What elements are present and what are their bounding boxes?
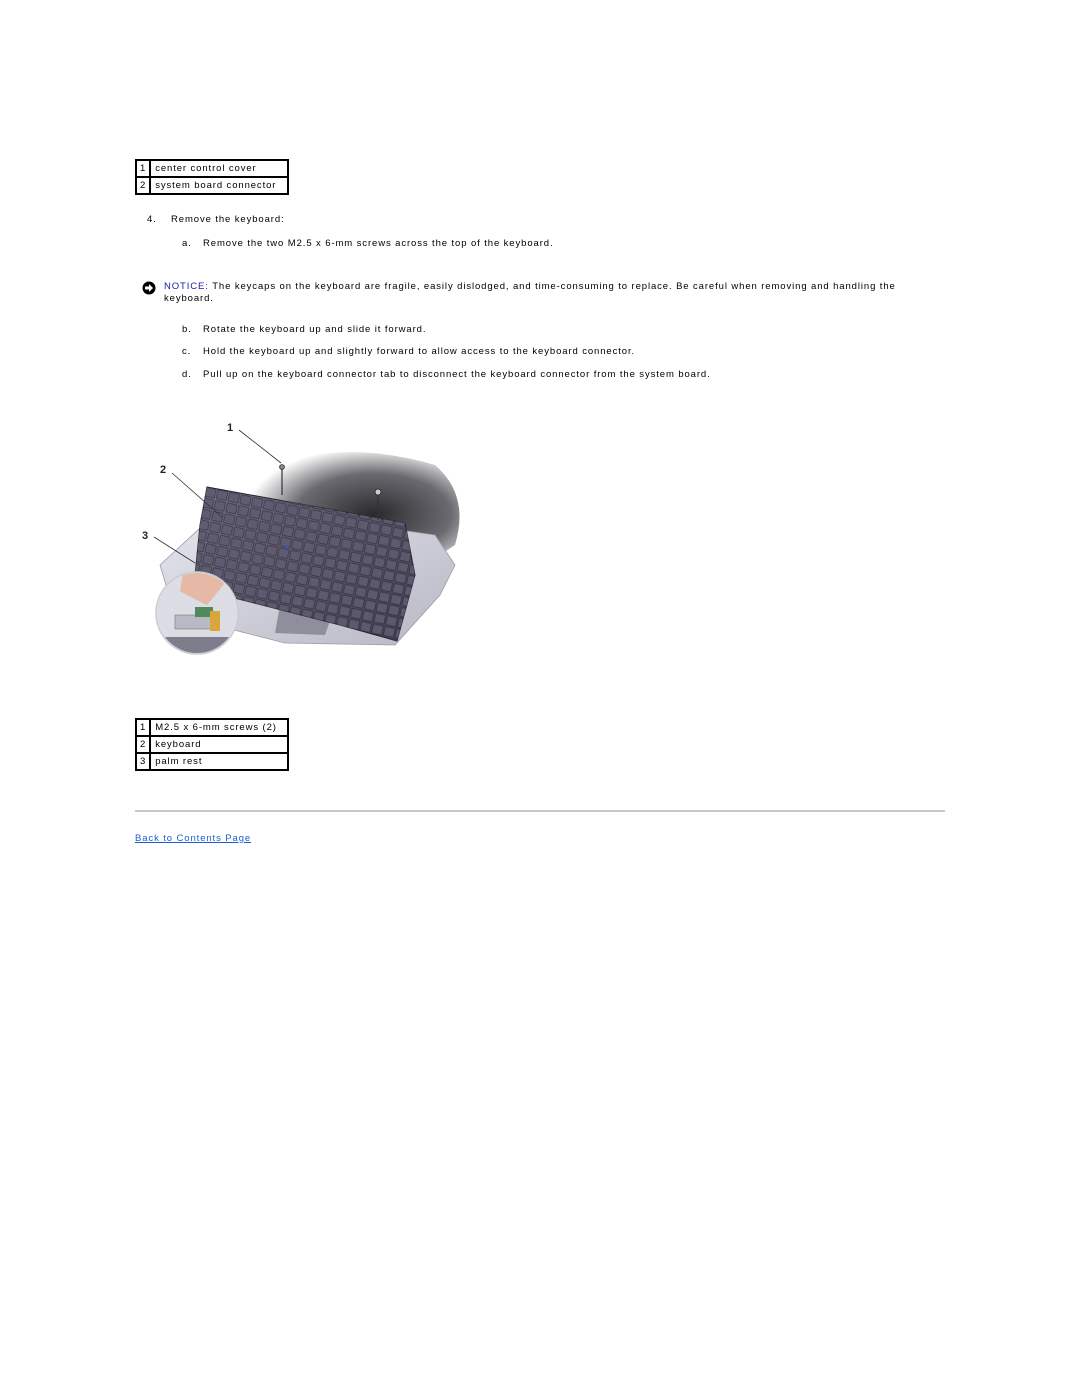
step-text: Remove the keyboard: bbox=[171, 214, 285, 225]
notice-body: The keycaps on the keyboard are fragile,… bbox=[164, 281, 896, 304]
horizontal-rule bbox=[135, 810, 945, 812]
substep-a: a. Remove the two M2.5 x 6-mm screws acro… bbox=[182, 238, 553, 249]
notice-text: NOTICE: The keycaps on the keyboard are … bbox=[164, 281, 922, 305]
substep-text: Remove the two M2.5 x 6-mm screws across… bbox=[203, 238, 554, 249]
legend-number: 3 bbox=[134, 752, 152, 771]
substep-marker: b. bbox=[182, 324, 192, 335]
substep-b: b. Rotate the keyboard up and slide it fo… bbox=[182, 324, 426, 335]
legend-row: 2 keyboard bbox=[134, 735, 290, 754]
legend-label: M2.5 x 6-mm screws (2) bbox=[149, 718, 290, 737]
substep-text: Hold the keyboard up and slightly forwar… bbox=[203, 346, 636, 357]
notice-box: NOTICE: The keycaps on the keyboard are … bbox=[142, 281, 922, 305]
legend-row: 1 center control cover bbox=[134, 159, 290, 178]
legend-label: keyboard bbox=[149, 735, 290, 754]
legend-label: system board connector bbox=[149, 176, 290, 195]
step-4: 4. Remove the keyboard: bbox=[147, 214, 285, 225]
substep-d: d. Pull up on the keyboard connector tab … bbox=[182, 369, 711, 380]
legend-number: 2 bbox=[134, 176, 152, 195]
back-to-contents-link[interactable]: Back to Contents Page bbox=[135, 833, 251, 844]
legend-table-bottom: 1 M2.5 x 6-mm screws (2) 2 keyboard 3 pa… bbox=[134, 718, 290, 771]
callout-2: 2 bbox=[160, 464, 167, 476]
legend-table-top: 1 center control cover 2 system board co… bbox=[134, 159, 290, 195]
notice-arrow-icon bbox=[142, 281, 156, 295]
substep-marker: d. bbox=[182, 369, 192, 380]
legend-number: 1 bbox=[134, 718, 152, 737]
legend-label: center control cover bbox=[149, 159, 290, 178]
substep-c: c. Hold the keyboard up and slightly forw… bbox=[182, 346, 635, 357]
substep-marker: c. bbox=[182, 346, 192, 357]
legend-row: 1 M2.5 x 6-mm screws (2) bbox=[134, 718, 290, 737]
legend-row: 3 palm rest bbox=[134, 752, 290, 771]
substep-text: Pull up on the keyboard connector tab to… bbox=[203, 369, 711, 380]
legend-number: 1 bbox=[134, 159, 152, 178]
callout-3: 3 bbox=[142, 530, 149, 542]
substep-marker: a. bbox=[182, 238, 192, 249]
notice-label: NOTICE: bbox=[164, 281, 209, 292]
substep-text: Rotate the keyboard up and slide it forw… bbox=[203, 324, 427, 335]
step-marker: 4. bbox=[147, 214, 157, 225]
legend-label: palm rest bbox=[149, 752, 290, 771]
callout-1: 1 bbox=[227, 422, 234, 434]
legend-row: 2 system board connector bbox=[134, 176, 290, 195]
keyboard-removal-figure: 1 2 3 bbox=[142, 422, 460, 655]
legend-number: 2 bbox=[134, 735, 152, 754]
